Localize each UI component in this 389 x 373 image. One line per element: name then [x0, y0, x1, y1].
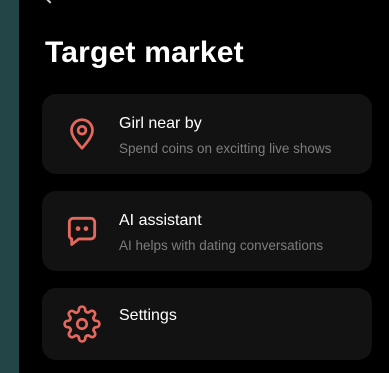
menu-item-description: Spend coins on excitting live shows [119, 141, 332, 156]
menu-item-girl-near-by[interactable]: Girl near by Spend coins on excitting li… [42, 94, 372, 174]
menu-list: Girl near by Spend coins on excitting li… [42, 94, 372, 373]
menu-item-settings[interactable]: Settings [42, 288, 372, 360]
location-pin-icon [62, 114, 102, 154]
back-arrow-icon[interactable] [44, 0, 56, 4]
page-title: Target market [45, 36, 244, 69]
chat-bubble-icon [62, 211, 102, 251]
menu-item-ai-assistant[interactable]: AI assistant AI helps with dating conver… [42, 191, 372, 271]
app-screen: Target market Girl near by Spend coins o… [19, 0, 389, 373]
menu-item-label: AI assistant [119, 212, 202, 229]
menu-item-label: Girl near by [119, 115, 202, 132]
menu-item-label: Settings [119, 307, 177, 324]
menu-item-description: AI helps with dating conversations [119, 238, 324, 253]
gear-icon [62, 304, 102, 344]
